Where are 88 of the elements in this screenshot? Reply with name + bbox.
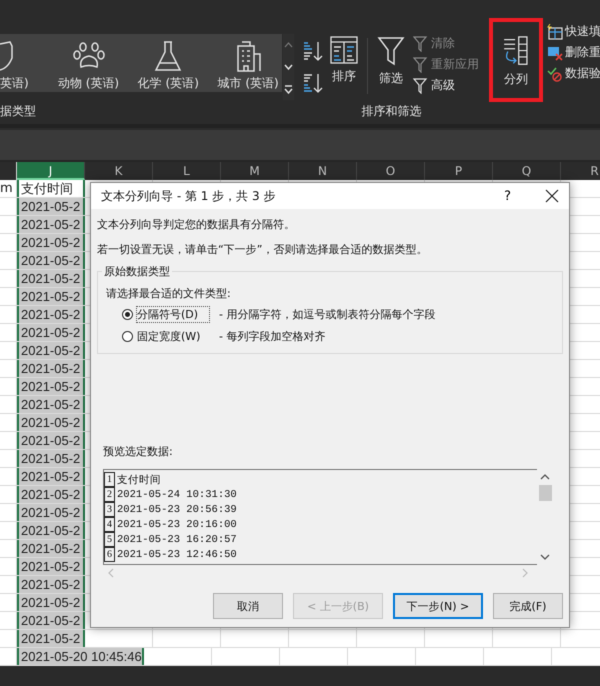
line-number: 4	[104, 517, 115, 532]
preview-line: 2021-05-24 10:31:30	[117, 488, 237, 500]
text-to-columns-button[interactable]: 分列	[489, 18, 543, 102]
option-description: - 用分隔字符，如逗号或制表符分隔每个字段	[219, 307, 436, 322]
flash-fill-icon	[547, 24, 563, 40]
group-label: 据类型	[0, 103, 36, 120]
line-number: 3	[104, 502, 115, 517]
funnel-icon	[413, 78, 429, 94]
line-number: 1	[104, 472, 115, 487]
gallery-item[interactable]: 英语)	[0, 34, 43, 92]
sort-icon	[330, 36, 358, 64]
dialog-button[interactable]: 完成(F)	[493, 593, 563, 619]
gallery-item[interactable]: 城市 (英语)	[214, 34, 282, 92]
preview-line: 2021-05-23 12:46:50	[117, 548, 237, 560]
scroll-up-icon[interactable]	[540, 473, 550, 481]
dialog-button[interactable]: 取消	[213, 593, 283, 619]
table-cell: 2021-05-2	[17, 342, 85, 359]
dialog-button[interactable]: 下一步(N) >	[393, 593, 483, 619]
line-number: 2	[104, 487, 115, 502]
intro-text: 文本分列向导判定您的数据具有分隔符。	[97, 217, 296, 232]
preview-line: 支付时间	[117, 473, 161, 486]
column-header[interactable]: Q	[493, 162, 561, 180]
funnel-icon	[377, 36, 405, 66]
preview-line: 2021-05-23 16:20:57	[117, 534, 237, 546]
table-cell: 2021-05-2	[17, 468, 85, 485]
table-cell: 2021-05-2	[17, 324, 85, 341]
prompt-text: 请选择最合适的文件类型:	[106, 286, 232, 301]
column-header[interactable]: R	[561, 162, 600, 180]
radio-button[interactable]	[122, 309, 133, 320]
option-label[interactable]: 分隔符号(D)	[136, 306, 210, 323]
table-cell: 2021-05-2	[17, 396, 85, 413]
gallery-item[interactable]: 化学 (英语)	[134, 34, 202, 92]
funnel-icon	[413, 56, 429, 72]
column-header[interactable]: P	[425, 162, 493, 180]
column-header[interactable]: O	[357, 162, 425, 180]
table-cell: 2021-05-2	[17, 360, 85, 377]
option-label[interactable]: 固定宽度(W)	[136, 328, 210, 345]
table-cell: 2021-05-20 10:45:46	[17, 648, 144, 665]
table-cell: m	[0, 180, 13, 197]
table-cell: 2021-05-2	[17, 558, 85, 575]
table-cell: 2021-05-2	[17, 450, 85, 467]
instruction-text: 若一切设置无误，请单击“下一步”，否则请选择最合适的数据类型。	[97, 242, 428, 257]
filter-command[interactable]: 高级	[411, 76, 481, 95]
column-header[interactable]: K	[85, 162, 153, 180]
table-cell: 2021-05-2	[17, 270, 85, 287]
column-header[interactable]: M	[221, 162, 289, 180]
table-cell: 2021-05-2	[17, 288, 85, 305]
table-cell: 2021-05-2	[17, 522, 85, 539]
line-number: 6	[104, 547, 115, 562]
table-cell: 2021-05-2	[17, 306, 85, 323]
table-cell: 2021-05-2	[17, 630, 85, 647]
preview-line: 2021-05-23 20:16:00	[117, 518, 237, 530]
close-icon[interactable]	[545, 189, 559, 203]
column-header[interactable]: N	[289, 162, 357, 180]
table-cell: 2021-05-2	[17, 504, 85, 521]
table-cell: 2021-05-2	[17, 540, 85, 557]
gallery-item[interactable]: 动物 (英语)	[54, 34, 122, 92]
column-header[interactable]: L	[153, 162, 221, 180]
help-button[interactable]: ?	[500, 188, 515, 204]
preview-line: 2021-05-23 20:56:39	[117, 504, 237, 516]
scrollbar-thumb[interactable]	[538, 485, 552, 501]
option-description: - 每列字段加空格对齐	[219, 329, 326, 344]
table-cell: 2021-05-2	[17, 414, 85, 431]
table-cell: 2021-05-2	[17, 216, 85, 233]
filter-button[interactable]: 筛选	[374, 34, 408, 89]
preview-label: 预览选定数据:	[103, 444, 174, 459]
table-cell: 支付时间	[17, 180, 85, 197]
line-number: 5	[104, 532, 115, 547]
data-validation-icon	[547, 66, 563, 82]
table-cell: 2021-05-2	[17, 198, 85, 215]
table-cell: 2021-05-2	[17, 612, 85, 629]
table-cell: 2021-05-2	[17, 486, 85, 503]
remove-duplicates-icon	[547, 44, 563, 60]
shield-icon	[0, 40, 14, 72]
scroll-down-icon[interactable]	[540, 553, 550, 561]
group-title: 原始数据类型	[102, 264, 172, 279]
radio-button[interactable]	[122, 331, 133, 342]
table-cell: 2021-05-2	[17, 378, 85, 395]
table-cell: 2021-05-2	[17, 234, 85, 251]
table-cell: 2021-05-2	[17, 594, 85, 611]
column-header[interactable]: J	[17, 162, 85, 180]
table-cell: 2021-05-2	[17, 576, 85, 593]
table-cell: 2021-05-2	[17, 252, 85, 269]
window-title: 文本分列向导 - 第 1 步，共 3 步	[101, 188, 276, 204]
group-label: 排序和筛选	[362, 103, 422, 120]
funnel-icon	[413, 36, 429, 52]
table-cell: 2021-05-2	[17, 432, 85, 449]
sort-button[interactable]: 排序	[327, 34, 361, 87]
